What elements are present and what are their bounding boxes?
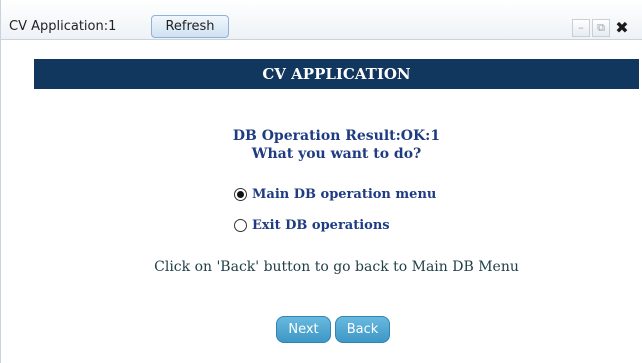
app-banner: CV APPLICATION (34, 59, 639, 89)
refresh-button[interactable]: Refresh (151, 15, 229, 38)
question-text: What you want to do? (251, 146, 422, 162)
main-db-menu-label: Main DB operation menu (252, 186, 437, 202)
window-title: CV Application:1 (9, 19, 117, 34)
window-controls: – ⧉ ✖ (572, 19, 634, 37)
option-main-db-menu[interactable]: Main DB operation menu (234, 185, 436, 203)
minimize-icon[interactable]: – (572, 19, 590, 37)
option-exit-db[interactable]: Exit DB operations (234, 216, 390, 234)
exit-db-radio[interactable] (234, 218, 247, 232)
popout-icon[interactable]: ⧉ (592, 19, 610, 37)
main-db-menu-radio[interactable] (234, 187, 247, 201)
back-button[interactable]: Back (335, 316, 390, 343)
application-window: CV Application:1 Refresh – ⧉ ✖ CV APPLIC… (0, 0, 642, 363)
next-button[interactable]: Next (276, 316, 331, 343)
operation-result-text: DB Operation Result:OK:1 (232, 128, 441, 144)
back-hint-text: Click on 'Back' button to go back to Mai… (154, 259, 519, 275)
exit-db-label: Exit DB operations (252, 217, 390, 233)
window-titlebar: CV Application:1 Refresh – ⧉ ✖ (1, 0, 642, 40)
close-icon[interactable]: ✖ (612, 19, 632, 37)
